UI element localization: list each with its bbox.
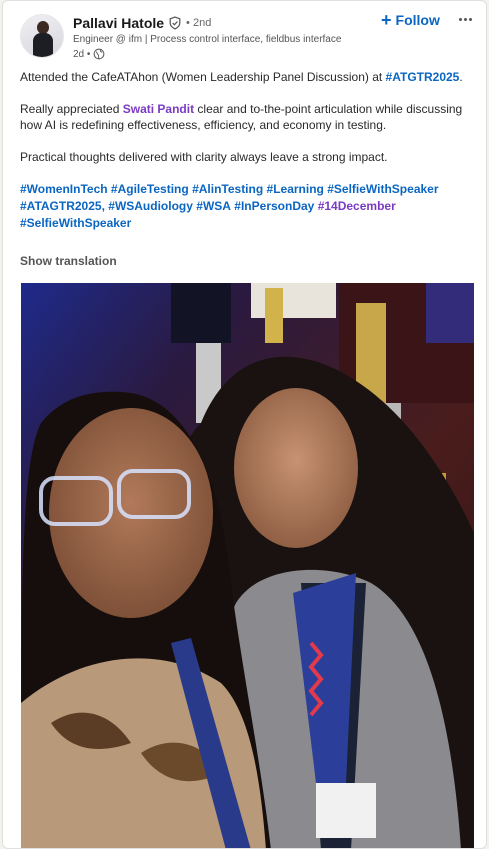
left-person-face (49, 408, 213, 618)
post-photo[interactable] (21, 283, 474, 848)
post-time: 2d • (73, 48, 91, 60)
post-paragraph-3: Practical thoughts delivered with clarit… (20, 150, 388, 164)
post-paragraph-1: Attended the CafeATAhon (Women Leadershi… (20, 69, 475, 85)
author-avatar[interactable] (20, 14, 64, 58)
post-meta: 2d • (73, 48, 105, 60)
id-badge (316, 783, 376, 838)
hashtag[interactable]: #InPersonDay (234, 199, 314, 213)
verified-icon (169, 16, 181, 30)
hashtag[interactable]: #SelfieWithSpeaker (20, 216, 131, 230)
hashtag[interactable]: #ATAGTR2025, (20, 199, 105, 213)
background-curtain (251, 283, 336, 318)
author-name-row: Pallavi Hatole • 2nd (73, 15, 211, 31)
post-card: Pallavi Hatole • 2nd Engineer @ ifm | Pr… (2, 0, 487, 849)
plus-icon: + (381, 10, 392, 30)
post-header: Pallavi Hatole • 2nd Engineer @ ifm | Pr… (3, 1, 486, 65)
background-screen (171, 283, 231, 343)
paragraph-text: Really appreciated (20, 102, 123, 116)
more-options-button[interactable] (455, 9, 475, 29)
ellipsis-icon (458, 17, 462, 21)
follow-label: Follow (395, 12, 440, 28)
mention-link[interactable]: Swati Pandit (123, 102, 194, 116)
paragraph-text: Attended the CafeATAhon (Women Leadershi… (20, 70, 386, 84)
globe-icon (94, 48, 105, 60)
blue-light (426, 283, 474, 343)
selfie-photo (21, 283, 474, 848)
hashtag[interactable]: #AgileTesting (111, 182, 189, 196)
hashtag[interactable]: #Learning (267, 182, 324, 196)
hashtag-list: #WomenInTech #AgileTesting #AlinTesting … (20, 181, 475, 232)
hashtag[interactable]: #AlinTesting (192, 182, 263, 196)
hashtag-link[interactable]: #ATGTR2025 (386, 70, 460, 84)
author-headline: Engineer @ ifm | Process control interfa… (73, 34, 342, 45)
show-translation-button[interactable]: Show translation (20, 254, 117, 268)
post-paragraph-2: Really appreciated Swati Pandit clear an… (20, 101, 475, 133)
right-person-face (234, 388, 358, 548)
hashtag[interactable]: #WomenInTech (20, 182, 108, 196)
paragraph-text: . (459, 70, 463, 84)
hashtag[interactable]: #WSA (196, 199, 231, 213)
connection-degree: • 2nd (186, 17, 212, 29)
hashtag[interactable]: #WSAudiology (108, 199, 193, 213)
trophy (265, 288, 283, 343)
ellipsis-dot (463, 17, 467, 21)
hashtag[interactable]: #SelfieWithSpeaker (327, 182, 438, 196)
ellipsis-dot (468, 17, 472, 21)
avatar-body (33, 33, 53, 57)
author-name[interactable]: Pallavi Hatole (73, 15, 164, 31)
post-text: Attended the CafeATAhon (Women Leadershi… (20, 69, 475, 232)
hashtag[interactable]: #14December (318, 199, 396, 213)
follow-button[interactable]: + Follow (381, 10, 440, 30)
